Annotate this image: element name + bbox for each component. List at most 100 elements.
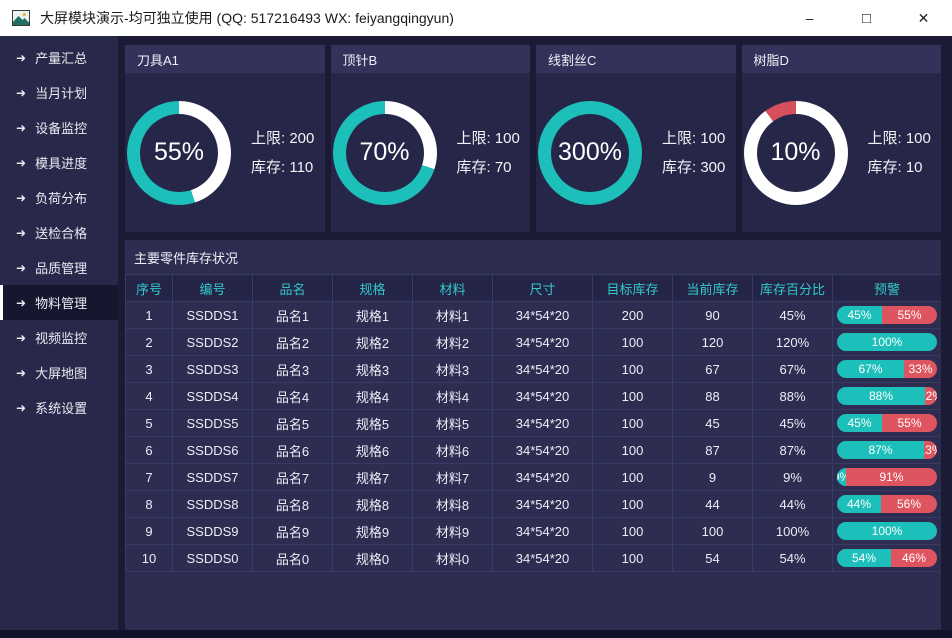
main-content: 刀具A155%上限: 200库存: 110顶针B70%上限: 100库存: 70… [118,36,952,630]
window-title: 大屏模块演示-均可独立使用 (QQ: 517216493 WX: feiyang… [40,8,454,28]
sidebar-item-inspection-pass[interactable]: ➜送检合格 [0,215,118,250]
table-cell: 规格0 [333,545,413,572]
gauge-title: 顶针B [331,45,531,73]
table-cell: 100% [753,518,833,545]
gauge-body: 70%上限: 100库存: 70 [331,73,531,232]
sidebar: ➜产量汇总➜当月计划➜设备监控➜模具进度➜负荷分布➜送检合格➜品质管理➜物料管理… [0,36,118,630]
table-cell: 规格2 [333,329,413,356]
gauge-panel-wire-c: 线割丝C300%上限: 100库存: 300 [536,45,736,232]
warning-cell: 54%46% [833,545,942,572]
table-cell: 材料4 [413,383,493,410]
bar-warn-label: 33% [908,362,932,376]
table-cell: 材料1 [413,302,493,329]
sidebar-item-system-settings[interactable]: ➜系统设置 [0,390,118,425]
arrow-icon: ➜ [16,122,26,134]
close-button[interactable]: ✕ [895,0,952,36]
sidebar-item-big-screen-map[interactable]: ➜大屏地图 [0,355,118,390]
table-cell: SSDDS6 [173,437,253,464]
table-cell: 34*54*20 [493,437,593,464]
app-icon [12,8,32,28]
table-cell: 100 [593,410,673,437]
warning-cell: 100% [833,518,942,545]
gauge-labels: 上限: 100库存: 300 [662,124,725,182]
donut-percent-label: 55% [140,114,218,192]
donut-chart: 300% [538,101,642,205]
gauge-body: 55% 上限: 200库存: 110 [125,73,325,232]
table-cell: 规格7 [333,464,413,491]
sidebar-item-mold-progress[interactable]: ➜模具进度 [0,145,118,180]
table-cell: 品名9 [253,518,333,545]
table-cell: 34*54*20 [493,518,593,545]
sidebar-item-label: 产量汇总 [35,48,87,67]
bar-warn-label: 91% [879,470,903,484]
sidebar-item-monthly-plan[interactable]: ➜当月计划 [0,75,118,110]
column-header: 规格 [333,275,413,302]
bar-warn-segment: 12% [925,387,937,405]
warning-bar: 54%46% [837,549,937,567]
warning-cell: 45%55% [833,302,942,329]
table-cell: 品名1 [253,302,333,329]
sidebar-item-label: 送检合格 [35,223,87,242]
sidebar-item-label: 模具进度 [35,153,87,172]
table-cell: 120% [753,329,833,356]
sidebar-item-video-monitor[interactable]: ➜视频监控 [0,320,118,355]
table-row: 2SSDDS2品名2规格2材料234*54*20100120120%100% [126,329,942,356]
table-cell: 45 [673,410,753,437]
arrow-icon: ➜ [16,402,26,414]
table-cell: 44 [673,491,753,518]
donut-chart: 70% [333,101,437,205]
gauge-labels: 上限: 100库存: 10 [868,124,931,182]
bar-ok-label: 67% [858,362,882,376]
warning-bar: 88%12% [837,387,937,405]
sidebar-item-load-distribution[interactable]: ➜负荷分布 [0,180,118,215]
table-cell: 4 [126,383,173,410]
warning-cell: 9% 91% [833,464,942,491]
table-cell: 34*54*20 [493,410,593,437]
column-header: 材料 [413,275,493,302]
table-cell: 34*54*20 [493,302,593,329]
sidebar-item-label: 当月计划 [35,83,87,102]
bar-ok-segment: 100% [837,522,937,540]
table-cell: 45% [753,410,833,437]
table-cell: 7 [126,464,173,491]
table-cell: 100 [593,518,673,545]
table-cell: SSDDS2 [173,329,253,356]
table-cell: 材料9 [413,518,493,545]
table-cell: 88% [753,383,833,410]
gauge-body: 300% 上限: 100库存: 300 [536,73,736,232]
table-cell: 品名0 [253,545,333,572]
minimize-button[interactable]: – [781,0,838,36]
warning-cell: 44%56% [833,491,942,518]
table-cell: 34*54*20 [493,383,593,410]
bar-ok-segment: 100% [837,333,937,351]
bar-warn-segment: 56% [881,495,937,513]
gauge-stock-label: 库存: 110 [251,153,314,182]
table-cell: 2 [126,329,173,356]
maximize-button[interactable]: □ [838,0,895,36]
table-row: 7SSDDS7品名7规格7材料734*54*2010099%9%91% [126,464,942,491]
bar-ok-segment: 54% [837,549,891,567]
table-cell: 3 [126,356,173,383]
sidebar-item-quality-management[interactable]: ➜品质管理 [0,250,118,285]
table-row: 3SSDDS3品名3规格3材料334*54*201006767%67%33% [126,356,942,383]
table-cell: 120 [673,329,753,356]
titlebar[interactable]: 大屏模块演示-均可独立使用 (QQ: 517216493 WX: feiyang… [0,0,952,36]
column-header: 编号 [173,275,253,302]
bar-ok-segment: 45% [837,414,882,432]
table-row: 10SSDDS0品名0规格0材料034*54*201005454%54%46% [126,545,942,572]
sidebar-item-device-monitor[interactable]: ➜设备监控 [0,110,118,145]
gauge-limit-label: 上限: 200 [251,124,314,153]
sidebar-item-material-management[interactable]: ➜物料管理 [0,285,118,320]
column-header: 当前库存 [673,275,753,302]
table-cell: 67 [673,356,753,383]
warning-cell: 88%12% [833,383,942,410]
warning-bar: 87%13% [837,441,937,459]
table-cell: 44% [753,491,833,518]
gauge-body: 10%上限: 100库存: 10 [742,73,942,232]
table-cell: 品名5 [253,410,333,437]
sidebar-item-production-summary[interactable]: ➜产量汇总 [0,40,118,75]
table-cell: SSDDS1 [173,302,253,329]
bar-ok-label: 9% [837,470,846,484]
bar-ok-segment: 67% [837,360,904,378]
gauge-panel-pin-b: 顶针B70%上限: 100库存: 70 [331,45,531,232]
